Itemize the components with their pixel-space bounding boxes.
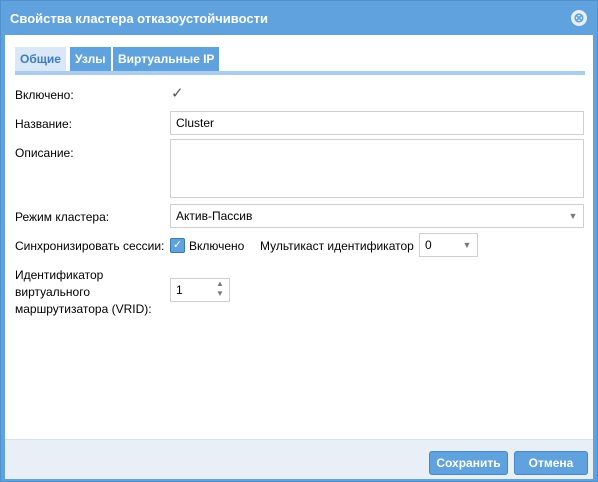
tab-strip-line bbox=[15, 71, 585, 75]
tab-bar: Общие Узлы Виртуальные IP bbox=[15, 47, 585, 75]
chevron-down-icon[interactable]: ▼ bbox=[563, 205, 583, 227]
mode-select-value: Актив-Пассив bbox=[176, 209, 253, 223]
name-label: Название: bbox=[15, 117, 72, 131]
vrid-label-line1: Идентификатор bbox=[15, 268, 104, 282]
enabled-label: Включено: bbox=[15, 88, 74, 102]
vrid-label-line3: маршрутизатора (VRID): bbox=[15, 302, 152, 316]
description-field[interactable] bbox=[170, 139, 584, 198]
multicast-select[interactable]: 0 ▼ bbox=[419, 233, 478, 257]
tab-virtual-ip[interactable]: Виртуальные IP bbox=[113, 47, 220, 71]
sync-checkbox[interactable]: ✓ bbox=[170, 238, 185, 253]
vrid-stepper[interactable]: 1 ▲ ▼ bbox=[170, 278, 230, 302]
enabled-checkbox[interactable]: ✓ bbox=[171, 84, 184, 102]
cluster-properties-dialog: Свойства кластера отказоустойчивости ⊗ О… bbox=[0, 0, 598, 482]
vrid-value: 1 bbox=[176, 283, 183, 297]
tab-nodes[interactable]: Узлы bbox=[70, 47, 111, 71]
name-field[interactable]: Cluster bbox=[170, 111, 584, 135]
sync-checkbox-label: Включено bbox=[189, 239, 245, 253]
mode-label: Режим кластера: bbox=[15, 210, 110, 224]
vrid-label-line2: виртуального bbox=[15, 285, 90, 299]
tab-general[interactable]: Общие bbox=[15, 47, 66, 71]
spinner-arrows-icon[interactable]: ▲ ▼ bbox=[211, 279, 229, 301]
sync-label: Синхронизировать сессии: bbox=[15, 239, 165, 253]
cancel-button[interactable]: Отмена bbox=[514, 451, 588, 475]
dialog-titlebar[interactable]: Свойства кластера отказоустойчивости ⊗ bbox=[1, 1, 597, 35]
close-icon[interactable]: ⊗ bbox=[571, 10, 587, 26]
multicast-select-value: 0 bbox=[425, 238, 432, 252]
mode-select[interactable]: Актив-Пассив ▼ bbox=[170, 204, 584, 228]
save-button[interactable]: Сохранить bbox=[429, 451, 508, 475]
dialog-footer: Сохранить Отмена bbox=[5, 439, 593, 479]
chevron-down-icon[interactable]: ▼ bbox=[457, 234, 477, 256]
multicast-label: Мультикаст идентификатор bbox=[260, 239, 414, 253]
dialog-title: Свойства кластера отказоустойчивости bbox=[10, 11, 268, 26]
description-label: Описание: bbox=[15, 146, 74, 160]
dialog-body: Общие Узлы Виртуальные IP Включено: ✓ На… bbox=[5, 35, 593, 479]
